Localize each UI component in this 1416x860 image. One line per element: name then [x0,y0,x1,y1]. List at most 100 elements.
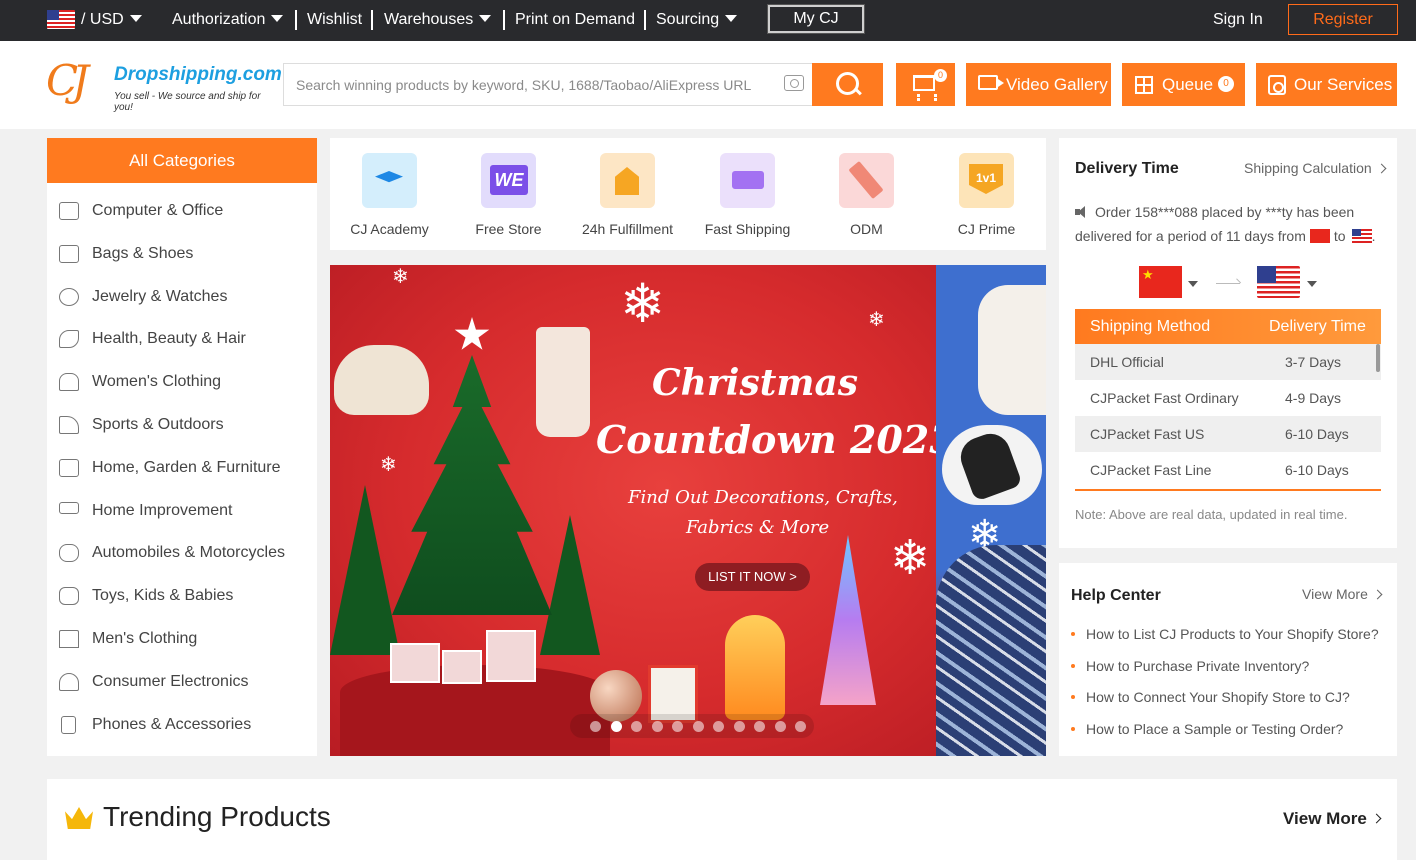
quick-link-cj-prime[interactable]: 1v1 CJ Prime [927,138,1046,250]
category-mens-clothing[interactable]: Men's Clothing [47,618,317,661]
nav-authorization[interactable]: Authorization [172,0,284,41]
shoe-icon [59,415,79,434]
category-toys-kids-babies[interactable]: Toys, Kids & Babies [47,575,317,618]
category-health-beauty-hair[interactable]: Health, Beauty & Hair [47,318,317,361]
logo-brand: Dropshipping.com [114,64,282,85]
chevron-right-icon [1371,813,1382,824]
shipping-calculation-link[interactable]: Shipping Calculation [1244,160,1387,176]
nav-warehouses[interactable]: Warehouses [384,0,492,41]
quick-link-cj-academy[interactable]: CJ Academy [330,138,449,250]
nav-wishlist[interactable]: Wishlist [307,0,362,41]
help-view-more-link[interactable]: View More [1302,586,1383,602]
shipping-method: CJPacket Fast Ordinary [1090,390,1239,406]
category-label: Sports & Outdoors [92,415,224,433]
register-button[interactable]: Register [1288,4,1398,35]
quick-link-odm[interactable]: ODM [807,138,926,250]
quick-link-24h-fulfillment[interactable]: 24h Fulfillment [568,138,687,250]
quick-link-free-store[interactable]: WE Free Store [449,138,568,250]
delivery-time-panel: Delivery Time Shipping Calculation Order… [1059,138,1397,548]
chevron-down-icon [271,15,284,23]
category-label: Automobiles & Motorcycles [92,544,285,562]
category-bags-shoes[interactable]: Bags & Shoes [47,233,317,276]
carousel-dot[interactable] [692,721,704,732]
camera-icon[interactable] [784,75,804,91]
sign-in-link[interactable]: Sign In [1213,0,1263,41]
carousel-dot[interactable] [733,721,745,732]
carousel-dot[interactable] [713,721,724,732]
header: CJ Dropshipping.com You sell - We source… [0,41,1416,129]
pine-tree-image [330,485,400,655]
help-center-panel: Help Center View More How to List CJ Pro… [1059,563,1397,756]
carousel-dot[interactable] [774,721,786,732]
carousel-dot[interactable] [651,721,663,732]
banner-slide-next-preview[interactable]: ❄ [936,265,1046,756]
category-consumer-electronics[interactable]: Consumer Electronics [47,661,317,704]
table-scrollbar[interactable] [1376,344,1380,372]
category-home-garden-furniture[interactable]: Home, Garden & Furniture [47,447,317,490]
search-button[interactable] [812,63,883,106]
computer-icon [59,202,79,220]
carousel-dot[interactable] [590,721,601,732]
all-categories-header[interactable]: All Categories [47,138,317,183]
chevron-down-icon [479,15,492,23]
table-row: DHL Official 3-7 Days [1075,344,1381,380]
banner-subtitle-line1: Find Out Decorations, Crafts, [628,487,898,508]
trending-view-more-link[interactable]: View More [1283,809,1382,829]
arrow-right-icon [1216,283,1240,284]
queue-label: Queue [1162,75,1214,94]
help-item[interactable]: How to List CJ Products to Your Shopify … [1071,623,1379,655]
help-item[interactable]: How to Purchase Private Inventory? [1071,655,1379,687]
table-header: Shipping Method Delivery Time [1075,309,1381,344]
origin-country-selector[interactable] [1139,266,1182,298]
logo[interactable]: CJ Dropshipping.com You sell - We source… [46,56,282,114]
list-it-now-button[interactable]: LIST IT NOW > [695,563,810,591]
destination-country-selector[interactable] [1257,266,1300,298]
trending-products-section: Trending Products View More [47,779,1397,860]
category-phones-accessories[interactable]: Phones & Accessories [47,704,317,747]
category-computer-office[interactable]: Computer & Office [47,190,317,233]
snowflake-icon: ❄ [380,454,397,476]
category-jewelry-watches[interactable]: Jewelry & Watches [47,276,317,319]
category-sports-outdoors[interactable]: Sports & Outdoors [47,404,317,447]
holographic-tree-image [820,535,876,705]
snowflake-icon: ❄ [868,309,885,331]
quick-link-fast-shipping[interactable]: Fast Shipping [688,138,807,250]
china-flag-icon [1309,228,1330,243]
my-cj-button[interactable]: My CJ [767,4,865,34]
help-item[interactable]: How to Connect Your Shopify Store to CJ? [1071,686,1379,718]
divider [371,10,373,30]
category-label: Home Improvement [92,501,233,519]
help-item[interactable]: How to Place a Sample or Testing Order? [1071,718,1379,750]
column-header-time: Delivery Time [1269,318,1366,335]
nav-print-on-demand[interactable]: Print on Demand [515,0,635,41]
promo-banner-carousel[interactable]: ❄ ❄ ❄ ❄ ❄ Christmas Countdown 2023 Find … [330,265,1046,756]
chevron-down-icon[interactable] [1188,281,1198,287]
trending-title: Trending Products [103,801,331,832]
table-body: DHL Official 3-7 Days CJPacket Fast Ordin… [1075,344,1381,488]
nav-sourcing[interactable]: Sourcing [656,0,738,41]
category-womens-clothing[interactable]: Women's Clothing [47,361,317,404]
warehouse-icon [600,153,655,208]
carousel-dot[interactable] [795,721,806,732]
search-input[interactable] [284,64,764,105]
cart-button[interactable]: 0 [896,63,955,106]
category-home-improvement[interactable]: Home Improvement [47,490,317,533]
chevron-down-icon [725,15,738,23]
category-automobiles-motorcycles[interactable]: Automobiles & Motorcycles [47,532,317,575]
carousel-dot[interactable] [610,721,622,732]
gift-image [442,650,482,684]
queue-button[interactable]: Queue 0 [1122,63,1245,106]
chevron-down-icon[interactable] [1307,281,1317,287]
banner-slide-christmas[interactable]: ❄ ❄ ❄ ❄ ❄ Christmas Countdown 2023 Find … [330,265,956,756]
our-services-label: Our Services [1294,75,1393,94]
us-flag-icon [1351,228,1372,243]
video-gallery-button[interactable]: Video Gallery [966,63,1111,106]
table-row: CJPacket Fast US 6-10 Days [1075,416,1381,452]
our-services-button[interactable]: Our Services [1256,63,1397,106]
carousel-dot[interactable] [631,721,642,732]
currency-selector[interactable]: / USD [47,0,142,41]
category-label: Health, Beauty & Hair [92,330,246,348]
dress-icon [59,373,79,392]
carousel-dot[interactable] [754,721,765,732]
carousel-dot[interactable] [672,721,683,732]
